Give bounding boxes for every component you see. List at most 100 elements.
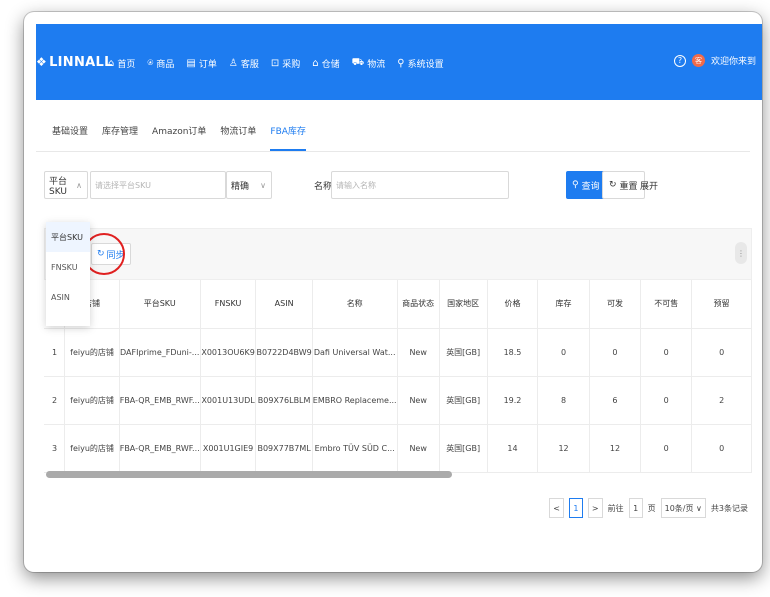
tab-2[interactable]: Amazon订单 [152,124,206,151]
table-cell: New [397,328,440,377]
search-row: 平台SKU ∧ 请选择平台SKU 精确 ∨ 名称: 请输入名称 ⚲ 查询 ↻ 重… [44,171,754,199]
column-header: ASIN [255,280,313,329]
nav-item-6[interactable]: ⛟ 物流 [352,57,386,70]
table-cell: 12 [589,424,642,473]
table-cell: 19.2 [487,376,539,425]
expand-link[interactable]: 展开 [640,179,658,192]
table-cell: Embro TÜV SÜD C... [312,424,398,473]
dropdown-option[interactable]: ASIN [46,282,90,312]
total-records: 共3条记录 [710,503,748,513]
table-cell: 3 [44,424,66,473]
nav-item-1[interactable]: ⍟ 商品 [147,57,174,70]
table-cell: 1 [44,328,66,377]
table-cell: 2 [691,376,752,425]
column-header: 预留 [691,280,752,329]
column-header: FNSKU [200,280,257,329]
table-cell: feiyu的店铺 [64,328,120,377]
warehouse-icon: ⌂ [312,58,319,69]
avatar[interactable]: 客 [691,54,705,67]
refresh-icon: ↻ [609,180,617,190]
app-window: ❖ LINNALL ⌂ 首页 ⍟ 商品 ▤ 订单 ♙ 客服 ⊡ 采购 ⌂ 仓储 ⛟ 物流 ⚲ 系统设置 ? 客 … [24,12,762,572]
top-navigation-bar: ❖ LINNALL ⌂ 首页 ⍟ 商品 ▤ 订单 ♙ 客服 ⊡ 采购 ⌂ 仓储 ⛟ 物流 ⚲ 系统设置 ? 客 … [36,24,762,100]
table-cell: 14 [487,424,539,473]
dropdown-option[interactable]: FNSKU [46,252,90,282]
table-cell: X0013OU6K9 [200,328,257,377]
page-number-button[interactable]: 1 [568,498,583,518]
prev-page-button[interactable]: < [549,498,564,518]
dropdown-option[interactable]: 平台SKU [46,222,90,252]
chevron-up-icon: ∧ [76,180,82,190]
tab-0[interactable]: 基础设置 [52,124,88,151]
nav-item-7[interactable]: ⚲ 系统设置 [397,57,443,70]
table-cell: 0 [640,328,693,377]
logo-text: LINNALL [49,55,113,70]
table-cell: 0 [640,424,693,473]
search-icon: ⚲ [572,180,579,190]
table-cell: feiyu的店铺 [64,424,120,473]
horizontal-scrollbar[interactable] [46,471,452,478]
column-header: 名称 [312,280,398,329]
table-cell: FBA-QR_EMB_RWF... [119,424,201,473]
nav-item-5[interactable]: ⌂ 仓储 [312,57,339,70]
table-cell: B09X77B7ML [255,424,313,473]
match-mode-select[interactable]: 精确 ∨ [226,171,272,199]
module-tabs: 基础设置 库存管理 Amazon订单 物流订单 FBA库存 [52,124,306,151]
name-input[interactable]: 请输入名称 [331,171,509,199]
table-cell: 0 [691,328,752,377]
welcome-text[interactable]: 欢迎你来到 [711,54,756,67]
search-type-select[interactable]: 平台SKU ∧ [44,171,88,199]
column-header: 国家地区 [439,280,488,329]
order-icon: ▤ [186,58,196,69]
table-cell: B09X76LBLM [255,376,313,425]
table-row[interactable]: 2 feiyu的店铺 FBA-QR_EMB_RWF... X001U13UDL B09X… [44,376,752,425]
purchase-icon: ⊡ [270,58,280,69]
page-unit-label: 页 [647,503,656,513]
goto-label: 前往 [607,503,624,513]
table-cell: Dafi Universal Wat... [312,328,398,377]
table-cell: X001U1GIE9 [200,424,257,473]
column-header: 可发 [589,280,642,329]
tabs-divider [36,151,750,152]
nav-item-label: 采购 [282,60,301,70]
nav-item-4[interactable]: ⊡ 采购 [271,57,300,70]
page-size-select[interactable]: 10条/页 ∨ [660,498,706,518]
reset-button[interactable]: ↻ 重置 [602,171,645,199]
goto-page-input[interactable]: 1 [628,498,643,518]
query-button-label: 查询 [581,181,600,192]
logistics-icon: ⛟ [351,57,365,68]
nav-item-label: 订单 [198,60,217,70]
nav-item-2[interactable]: ▤ 订单 [186,57,216,70]
next-page-button[interactable]: > [587,498,603,518]
reset-button-label: 重置 [619,181,638,192]
name-input-placeholder: 请输入名称 [336,180,376,190]
chevron-down-icon: ∨ [696,503,702,513]
main-nav: ⌂ 首页 ⍟ 商品 ▤ 订单 ♙ 客服 ⊡ 采购 ⌂ 仓储 ⛟ 物流 ⚲ 系统设置 [108,57,444,70]
table-cell: B0722D4BW9 [255,328,313,377]
column-header: 不可售 [640,280,693,329]
nav-item-label: 客服 [240,60,259,70]
table-cell: 8 [537,376,590,425]
search-type-dropdown: 平台SKU FNSKU ASIN [46,222,90,326]
nav-item-3[interactable]: ♙ 客服 [229,57,259,70]
table-row[interactable]: 1 feiyu的店铺 DAFIprime_FDuni-... X0013OU6K9 B0… [44,328,752,377]
column-settings-icon[interactable]: ⋮ [735,242,747,264]
tab-1[interactable]: 库存管理 [102,124,138,151]
table-cell: FBA-QR_EMB_RWF... [119,376,201,425]
sku-input[interactable]: 请选择平台SKU [90,171,226,199]
user-area: ? 客 欢迎你来到 [673,54,756,67]
help-icon[interactable]: ? [673,54,686,67]
column-header: 商品状态 [397,280,440,329]
chevron-down-icon: ∨ [260,180,266,190]
nav-item-0[interactable]: ⌂ 首页 [108,57,135,70]
settings-icon: ⚲ [397,58,405,69]
tab-3[interactable]: 物流订单 [220,124,256,151]
table-cell: New [397,424,440,473]
tab-4[interactable]: FBA库存 [270,124,306,151]
nav-item-label: 首页 [117,60,136,70]
table-cell: 英国[GB] [439,376,488,425]
query-button[interactable]: ⚲ 查询 [566,171,606,199]
table-row[interactable]: 3 feiyu的店铺 FBA-QR_EMB_RWF... X001U1GIE9 B09X… [44,424,752,473]
table-cell: DAFIprime_FDuni-... [119,328,201,377]
table-cell: 12 [537,424,590,473]
table-cell: 0 [691,424,752,473]
